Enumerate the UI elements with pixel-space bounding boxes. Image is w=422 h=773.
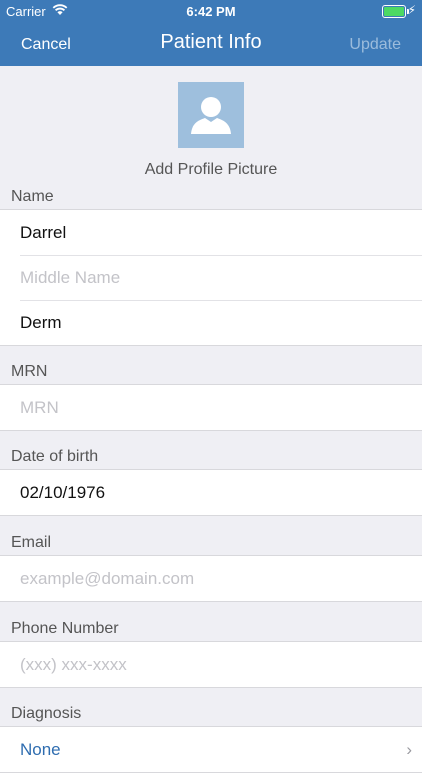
phone-group: (xxx) xxx-xxxx <box>0 641 422 688</box>
diagnosis-section-label: Diagnosis <box>11 705 82 722</box>
bolt-icon: ⚡ <box>407 3 416 17</box>
email-group: example@domain.com <box>0 555 422 602</box>
email-field[interactable]: example@domain.com <box>0 556 422 601</box>
email-section-label: Email <box>11 534 52 551</box>
last-name-field[interactable]: Derm <box>0 300 422 345</box>
dob-group: 02/10/1976 <box>0 469 422 516</box>
first-name-field[interactable]: Darrel <box>0 210 422 255</box>
nav-bar: Cancel Patient Info Update <box>0 22 422 66</box>
name-section-label: Name <box>11 188 54 205</box>
status-bar: Carrier 6:42 PM ⚡ <box>0 0 422 22</box>
clock: 6:42 PM <box>186 4 236 19</box>
mrn-group: MRN <box>0 384 422 431</box>
person-silhouette-icon[interactable] <box>178 82 244 148</box>
mrn-section-label: MRN <box>11 363 48 380</box>
phone-field[interactable]: (xxx) xxx-xxxx <box>0 642 422 687</box>
dob-section-label: Date of birth <box>11 448 99 465</box>
navigation-header: Carrier 6:42 PM ⚡ Cancel Patient Info Up… <box>0 0 422 66</box>
phone-section-label: Phone Number <box>11 620 119 637</box>
battery-icon <box>382 5 409 18</box>
middle-name-field[interactable]: Middle Name <box>0 255 422 300</box>
update-button[interactable]: Update <box>349 36 401 54</box>
mrn-field[interactable]: MRN <box>0 385 422 430</box>
date-of-birth-field[interactable]: 02/10/1976 <box>0 470 422 515</box>
add-profile-picture-button[interactable]: Add Profile Picture <box>0 161 422 179</box>
name-group: Darrel Middle Name Derm <box>0 209 422 346</box>
